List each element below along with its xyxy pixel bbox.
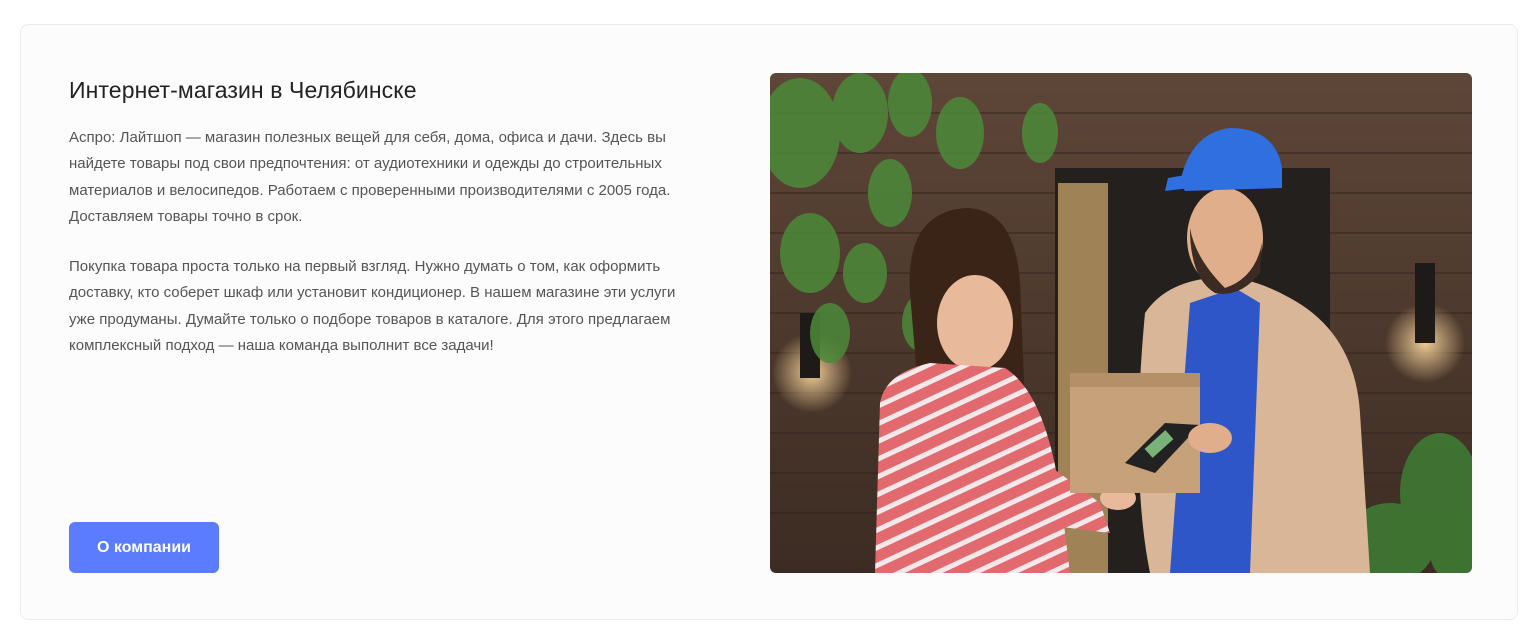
about-company-button[interactable]: О компании [69,522,219,573]
courier-delivery-photo [770,73,1472,573]
about-title: Интернет-магазин в Челябинске [69,77,417,103]
about-card: Интернет-магазин в Челябинске Аспро: Лай… [20,24,1518,620]
about-paragraph-1: Аспро: Лайтшоп — магазин полезных вещей … [69,129,671,225]
about-paragraph-2: Покупка товара проста только на первый в… [69,258,676,355]
about-text-block: Интернет-магазин в Челябинске Аспро: Лай… [69,75,699,359]
